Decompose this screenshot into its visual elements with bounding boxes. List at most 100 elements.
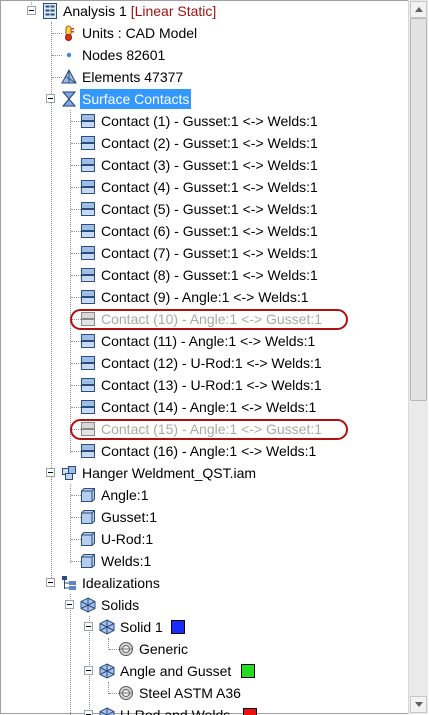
part-item[interactable]: U-Rod:1 [0, 528, 408, 550]
contact-icon [80, 223, 96, 239]
collapse-toggle-icon[interactable] [84, 666, 93, 675]
contact-icon [80, 201, 96, 217]
contact-label: Contact (9) - Angle:1 <-> Welds:1 [101, 289, 309, 305]
contact-icon [80, 333, 96, 349]
collapse-toggle-icon[interactable] [46, 578, 55, 587]
contact-icon [80, 355, 96, 371]
contact-label: Contact (2) - Gusset:1 <-> Welds:1 [101, 135, 318, 151]
contact-item[interactable]: Contact (11) - Angle:1 <-> Welds:1 [0, 330, 408, 352]
part-label: Angle:1 [101, 487, 149, 503]
tree-node-nodes[interactable]: Nodes 82601 [0, 44, 408, 66]
contact-label: Contact (11) - Angle:1 <-> Welds:1 [101, 333, 316, 349]
part-item[interactable]: Gusset:1 [0, 506, 408, 528]
collapse-toggle-icon[interactable] [27, 6, 36, 15]
contact-icon [80, 135, 96, 151]
contact-label: Contact (6) - Gusset:1 <-> Welds:1 [101, 223, 318, 239]
surface-contacts-label: Surface Contacts [80, 89, 192, 109]
nodes-icon [61, 47, 77, 63]
units-icon [61, 25, 77, 41]
collapse-toggle-icon[interactable] [84, 710, 93, 715]
contact-icon [80, 157, 96, 173]
analysis-label: Analysis 1 [Linear Static] [61, 0, 218, 22]
solid-group-icon [99, 663, 115, 679]
contact-label: Contact (3) - Gusset:1 <-> Welds:1 [101, 157, 318, 173]
assembly-label: Hanger Weldment_QST.iam [82, 465, 257, 481]
part-icon [80, 553, 96, 569]
scrollbar-thumb[interactable] [410, 18, 427, 401]
scroll-down-icon[interactable] [410, 696, 427, 713]
part-icon [80, 487, 96, 503]
tree-node-solids[interactable]: Solids [0, 594, 408, 616]
contact-label: Contact (12) - U-Rod:1 <-> Welds:1 [101, 355, 322, 371]
assembly-icon [61, 465, 77, 481]
collapse-toggle-icon[interactable] [84, 622, 93, 631]
tree-node-material[interactable]: Generic [0, 638, 408, 660]
contact-label: Contact (4) - Gusset:1 <-> Welds:1 [101, 179, 318, 195]
part-label: Gusset:1 [101, 509, 158, 525]
vertical-scrollbar[interactable] [408, 0, 428, 714]
elements-label: Elements 47377 [82, 69, 184, 85]
contact-item[interactable]: Contact (2) - Gusset:1 <-> Welds:1 [0, 132, 408, 154]
part-icon [80, 531, 96, 547]
tree-node-assembly[interactable]: Hanger Weldment_QST.iam [0, 462, 408, 484]
part-item[interactable]: Welds:1 [0, 550, 408, 572]
contact-label: Contact (14) - Angle:1 <-> Welds:1 [101, 399, 317, 415]
part-label: U-Rod:1 [101, 531, 154, 547]
contact-item[interactable]: Contact (7) - Gusset:1 <-> Welds:1 [0, 242, 408, 264]
units-label: Units : CAD Model [82, 25, 198, 41]
contact-label: Contact (13) - U-Rod:1 <-> Welds:1 [101, 377, 322, 393]
scroll-up-icon[interactable] [410, 1, 427, 18]
material-icon [118, 641, 134, 657]
contact-item[interactable]: Contact (4) - Gusset:1 <-> Welds:1 [0, 176, 408, 198]
contact-icon [80, 267, 96, 283]
contact-item[interactable]: Contact (12) - U-Rod:1 <-> Welds:1 [0, 352, 408, 374]
contact-item[interactable]: Contact (8) - Gusset:1 <-> Welds:1 [0, 264, 408, 286]
material-icon [118, 685, 134, 701]
contact-icon [80, 399, 96, 415]
idealizations-label: Idealizations [82, 575, 160, 591]
collapse-toggle-icon[interactable] [46, 94, 55, 103]
contact-label: Contact (1) - Gusset:1 <-> Welds:1 [101, 113, 318, 129]
color-swatch [241, 664, 255, 678]
color-swatch [243, 708, 257, 715]
contact-item[interactable]: Contact (13) - U-Rod:1 <-> Welds:1 [0, 374, 408, 396]
contact-icon [80, 179, 96, 195]
solids-label: Solids [101, 597, 140, 613]
contact-icon [80, 245, 96, 261]
tree-node-material[interactable]: Steel ASTM A36 [0, 682, 408, 704]
collapse-toggle-icon[interactable] [65, 600, 74, 609]
solid-group-icon [99, 707, 115, 715]
contact-label: Contact (5) - Gusset:1 <-> Welds:1 [101, 201, 318, 217]
elements-icon [61, 68, 77, 85]
contact-item[interactable]: Contact (6) - Gusset:1 <-> Welds:1 [0, 220, 408, 242]
material-label: Generic [139, 641, 189, 657]
contact-item[interactable]: Contact (14) - Angle:1 <-> Welds:1 [0, 396, 408, 418]
tree-node-idealizations[interactable]: Idealizations [0, 572, 408, 594]
color-swatch [171, 620, 185, 634]
tree-node-solid-group[interactable]: U-Rod and Welds [0, 704, 408, 715]
tree-node-analysis[interactable]: Analysis 1 [Linear Static] [0, 0, 408, 22]
solid-group-label: Angle and Gusset [120, 663, 232, 679]
contact-item[interactable]: Contact (9) - Angle:1 <-> Welds:1 [0, 286, 408, 308]
analysis-icon [42, 3, 58, 19]
part-icon [80, 509, 96, 525]
collapse-toggle-icon[interactable] [46, 468, 55, 477]
contact-item[interactable]: Contact (16) - Angle:1 <-> Welds:1 [0, 440, 408, 462]
contact-item[interactable]: Contact (5) - Gusset:1 <-> Welds:1 [0, 198, 408, 220]
analysis-name: Analysis 1 [63, 3, 127, 19]
part-item[interactable]: Angle:1 [0, 484, 408, 506]
nodes-label: Nodes 82601 [82, 47, 166, 63]
tree-node-surface-contacts[interactable]: Surface Contacts [0, 88, 408, 110]
tree-node-solid-group[interactable]: Solid 1 [0, 616, 408, 638]
tree-node-units[interactable]: Units : CAD Model [0, 22, 408, 44]
tree-node-elements[interactable]: Elements 47377 [0, 66, 408, 88]
contact-label: Contact (7) - Gusset:1 <-> Welds:1 [101, 245, 318, 261]
idealizations-icon [61, 575, 77, 591]
solid-group-label: Solid 1 [120, 619, 163, 635]
contact-item[interactable]: Contact (3) - Gusset:1 <-> Welds:1 [0, 154, 408, 176]
tree-node-solid-group[interactable]: Angle and Gusset [0, 660, 408, 682]
contact-label: Contact (8) - Gusset:1 <-> Welds:1 [101, 267, 318, 283]
contact-item[interactable]: Contact (1) - Gusset:1 <-> Welds:1 [0, 110, 408, 132]
solids-icon [80, 597, 96, 613]
contact-icon [80, 377, 96, 393]
